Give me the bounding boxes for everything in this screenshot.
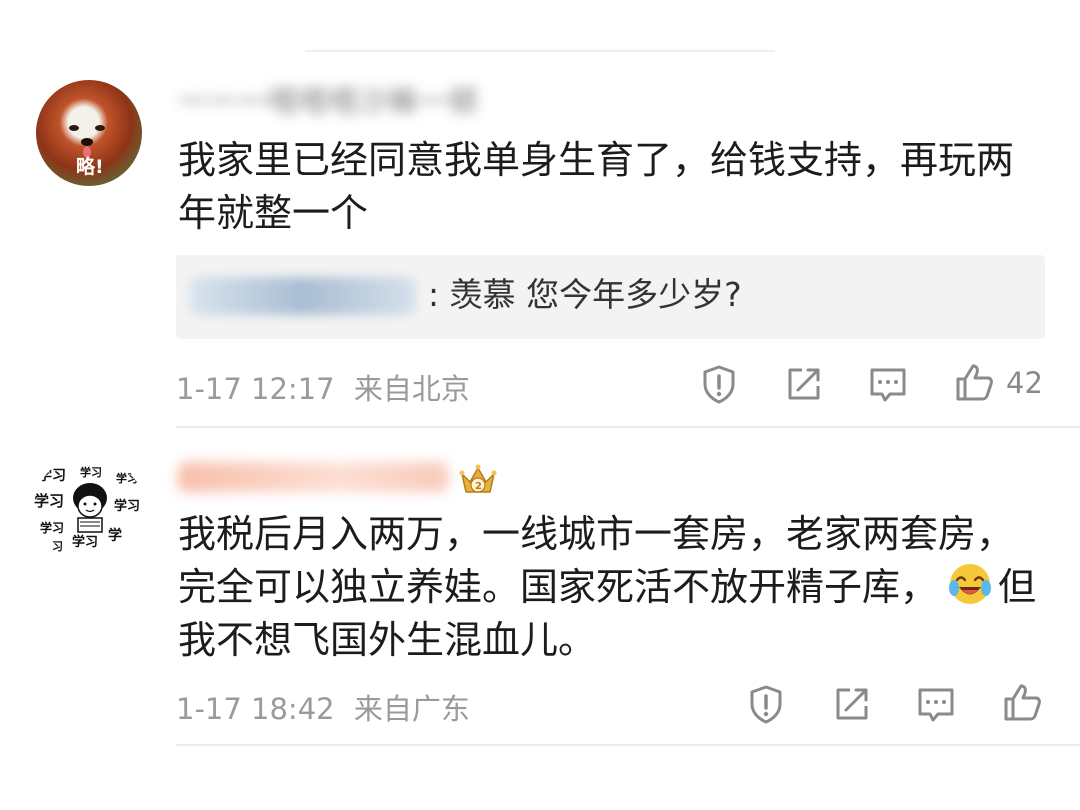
report-button[interactable] [697,362,741,406]
share-icon [836,688,868,720]
avatar-label: 略! [76,156,104,178]
top-divider [305,50,775,52]
svg-text:学习: 学习 [114,498,140,514]
report-button[interactable] [744,682,788,726]
share-icon [788,368,820,400]
comment-text: 我税后月入两万，一线城市一套房，老家两套房，完全可以独立养娃。国家死活不放开精子… [178,508,1048,667]
avatar[interactable]: 学习 学习 学习 学习 学习 学习 学习 学 习 [34,454,144,564]
comment-divider [176,744,1080,746]
share-button[interactable] [782,362,826,406]
crown-badge-icon: 2 [456,460,500,500]
svg-text:学习: 学习 [72,534,98,550]
comment-date: 1-17 18:42 [176,692,335,726]
report-icon [703,365,735,404]
reply-text: : 羡慕 您今年多少岁? [428,275,742,314]
report-icon [750,685,782,724]
like-button[interactable] [1000,680,1044,724]
username[interactable] [178,462,448,492]
svg-text:学习: 学习 [80,465,102,479]
svg-text:学习: 学习 [34,492,64,510]
comment-icon [870,368,906,402]
comment-text-part1: 我税后月入两万，一线城市一套房，老家两套房，完全可以独立养娃。国家死活不放开精子… [178,512,1015,609]
comment-text: 我家里已经同意我单身生育了，给钱支持，再玩两年就整一个 [178,138,1015,235]
comment-location: 来自北京 [353,372,470,406]
comment-meta: 1-17 18:42 来自广东 [176,686,470,728]
svg-text:2: 2 [475,481,482,492]
avatar[interactable]: 略! [36,80,142,186]
svg-text:习: 习 [52,540,63,553]
comment-date: 1-17 12:17 [176,372,335,406]
like-icon [956,364,993,401]
reply-username[interactable] [190,277,416,315]
svg-text:学习: 学习 [116,471,138,485]
reply-box[interactable]: : 羡慕 您今年多少岁? [176,255,1045,339]
comment-location: 来自广东 [353,692,470,726]
like-icon [1004,684,1041,721]
reply-button[interactable] [866,362,910,406]
comment-icon [918,688,954,722]
svg-text:学: 学 [108,527,122,544]
share-button[interactable] [830,682,874,726]
username[interactable]: 一一一嗒嗒嗒沙嘛一顿 [178,86,478,120]
like-count: 42 [1006,366,1043,400]
svg-text:学习: 学习 [40,520,64,535]
reply-button[interactable] [914,682,958,726]
comment-divider [176,426,1080,428]
comment-meta: 1-17 12:17 来自北京 [176,366,470,408]
like-button[interactable] [952,360,996,404]
svg-text:学习: 学习 [38,467,66,484]
laughing-crying-emoji [949,564,992,604]
